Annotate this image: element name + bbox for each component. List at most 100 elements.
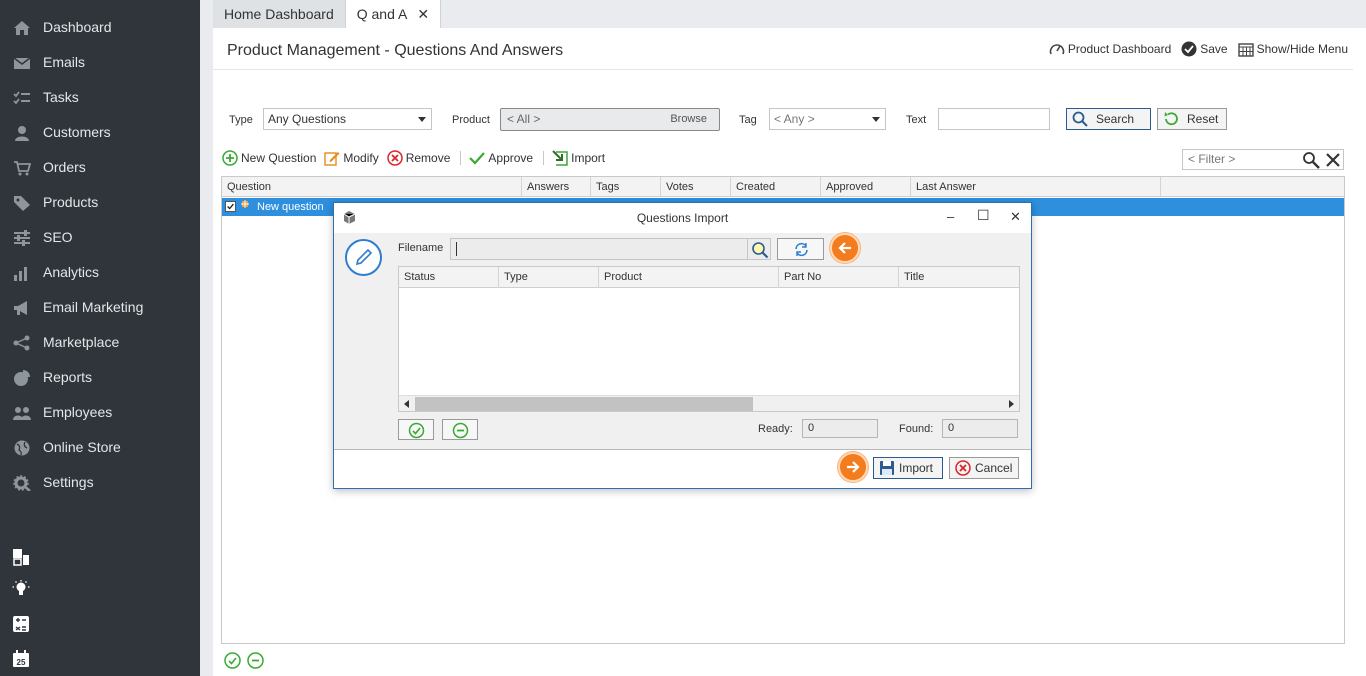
edit-icon [324, 152, 340, 166]
sidebar-item-customers[interactable]: Customers [0, 115, 200, 150]
cancel-button[interactable]: Cancel [949, 457, 1019, 479]
sidebar-item-products[interactable]: Products [0, 185, 200, 220]
deselect-all-button[interactable] [442, 419, 478, 440]
dialog-titlebar: Questions Import – ☐ ✕ [334, 203, 1031, 233]
bar-chart-icon [14, 267, 27, 281]
refresh-button[interactable] [777, 238, 824, 260]
approve-button[interactable]: Approve [469, 151, 533, 165]
minimize-button[interactable]: – [947, 209, 954, 224]
scrollbar-thumb[interactable] [415, 397, 753, 411]
filename-input[interactable] [450, 238, 748, 260]
column-header-part-no[interactable]: Part No [779, 267, 899, 288]
share-icon [13, 335, 30, 351]
show-hide-menu-button[interactable]: Show/Hide Menu [1237, 41, 1348, 57]
horizontal-scrollbar[interactable] [399, 395, 1019, 411]
product-browse-field[interactable]: < All > Browse [500, 108, 720, 131]
maximize-button[interactable]: ☐ [977, 207, 990, 224]
sidebar-item-employees[interactable]: Employees [0, 395, 200, 430]
user-icon [15, 126, 29, 141]
sidebar-item-settings[interactable]: Settings [0, 465, 200, 500]
ready-label: Ready: [758, 423, 793, 435]
select-all-icon[interactable] [224, 652, 241, 669]
modify-button[interactable]: Modify [324, 150, 379, 166]
search-button[interactable]: Search [1066, 108, 1151, 130]
lightbulb-icon[interactable] [12, 580, 30, 598]
new-item-icon [241, 200, 249, 208]
sidebar-item-reports[interactable]: Reports [0, 360, 200, 395]
gear-icon [13, 475, 31, 491]
import-label: Import [571, 151, 606, 165]
sidebar-item-tasks[interactable]: Tasks [0, 80, 200, 115]
file-browse-button[interactable] [747, 238, 771, 260]
import-button[interactable]: Import [552, 150, 605, 166]
reset-button[interactable]: Reset [1157, 108, 1227, 130]
sidebar-item-analytics[interactable]: Analytics [0, 255, 200, 290]
undo-icon [1164, 112, 1178, 126]
new-question-button[interactable]: New Question [222, 150, 316, 166]
new-question-label: New Question [241, 151, 317, 165]
minus-circle-icon [452, 422, 469, 439]
column-header-votes[interactable]: Votes [661, 177, 731, 197]
calendar-icon[interactable]: 25 [12, 650, 30, 668]
calendar-day: 25 [17, 658, 26, 667]
column-header-title[interactable]: Title [899, 267, 1019, 288]
browse-button[interactable]: Browse [670, 113, 707, 125]
close-icon[interactable]: ✕ [1010, 209, 1021, 225]
calculator-icon[interactable] [12, 615, 30, 633]
select-all-button[interactable] [398, 419, 434, 440]
sidebar-item-seo[interactable]: SEO [0, 220, 200, 255]
column-header-tags[interactable]: Tags [591, 177, 661, 197]
search-label: Search [1096, 112, 1135, 126]
found-label: Found: [899, 423, 934, 435]
tag-icon [14, 196, 30, 211]
column-header-answers[interactable]: Answers [522, 177, 591, 197]
text-caret [456, 242, 457, 256]
save-button[interactable]: Save [1181, 41, 1228, 57]
type-select[interactable]: Any Questions [263, 108, 432, 130]
column-header-approved[interactable]: Approved [821, 177, 911, 197]
sidebar-item-label: Reports [43, 369, 93, 385]
sidebar-item-marketplace[interactable]: Marketplace [0, 325, 200, 360]
remove-button[interactable]: Remove [386, 150, 450, 166]
cancel-label: Cancel [975, 461, 1013, 475]
column-header-question[interactable]: Question [222, 177, 522, 197]
page-title: Product Management - Questions And Answe… [227, 42, 564, 59]
toolbar: New Question Modify Remove Approve Impor… [222, 150, 613, 166]
filename-label: Filename [398, 242, 444, 254]
deselect-all-icon[interactable] [247, 652, 264, 669]
column-header-status[interactable]: Status [399, 267, 499, 288]
clear-filter-icon[interactable] [1325, 152, 1341, 168]
sidebar-item-email-marketing[interactable]: Email Marketing [0, 290, 200, 325]
tag-label: Tag [739, 114, 757, 126]
windows-icon[interactable] [12, 548, 30, 566]
tag-select[interactable]: < Any > [769, 108, 886, 130]
text-input[interactable] [938, 108, 1050, 130]
import-submit-button[interactable]: Import [873, 457, 943, 479]
close-icon[interactable]: ✕ [417, 6, 429, 23]
toolbar-divider [460, 151, 462, 165]
column-header-product[interactable]: Product [599, 267, 779, 288]
column-header-created[interactable]: Created [731, 177, 821, 197]
sidebar-item-label: Employees [43, 404, 113, 420]
product-dashboard-button[interactable]: Product Dashboard [1049, 41, 1171, 57]
tag-value: < Any > [774, 112, 815, 126]
question-cell: New question [257, 201, 324, 213]
pencil-icon [355, 248, 373, 266]
tab-q-and-a[interactable]: Q and A ✕ [345, 0, 442, 28]
type-label: Type [229, 114, 253, 126]
show-hide-menu-label: Show/Hide Menu [1256, 42, 1348, 56]
sidebar-item-online-store[interactable]: Online Store [0, 430, 200, 465]
megaphone-icon [14, 301, 27, 315]
sidebar-item-emails[interactable]: Emails [0, 45, 200, 80]
row-checkbox[interactable] [225, 201, 236, 212]
scroll-right-icon[interactable] [1009, 400, 1014, 408]
tab-home-dashboard[interactable]: Home Dashboard [213, 0, 346, 28]
search-icon[interactable] [1302, 151, 1320, 169]
arrow-right-icon [847, 461, 860, 473]
sidebar-item-orders[interactable]: Orders [0, 150, 200, 185]
column-header-last-answer[interactable]: Last Answer [911, 177, 1161, 197]
column-header-type[interactable]: Type [499, 267, 599, 288]
scroll-left-icon[interactable] [404, 400, 409, 408]
sidebar-item-dashboard[interactable]: Dashboard [0, 10, 200, 45]
check-circle-icon [1181, 41, 1197, 57]
